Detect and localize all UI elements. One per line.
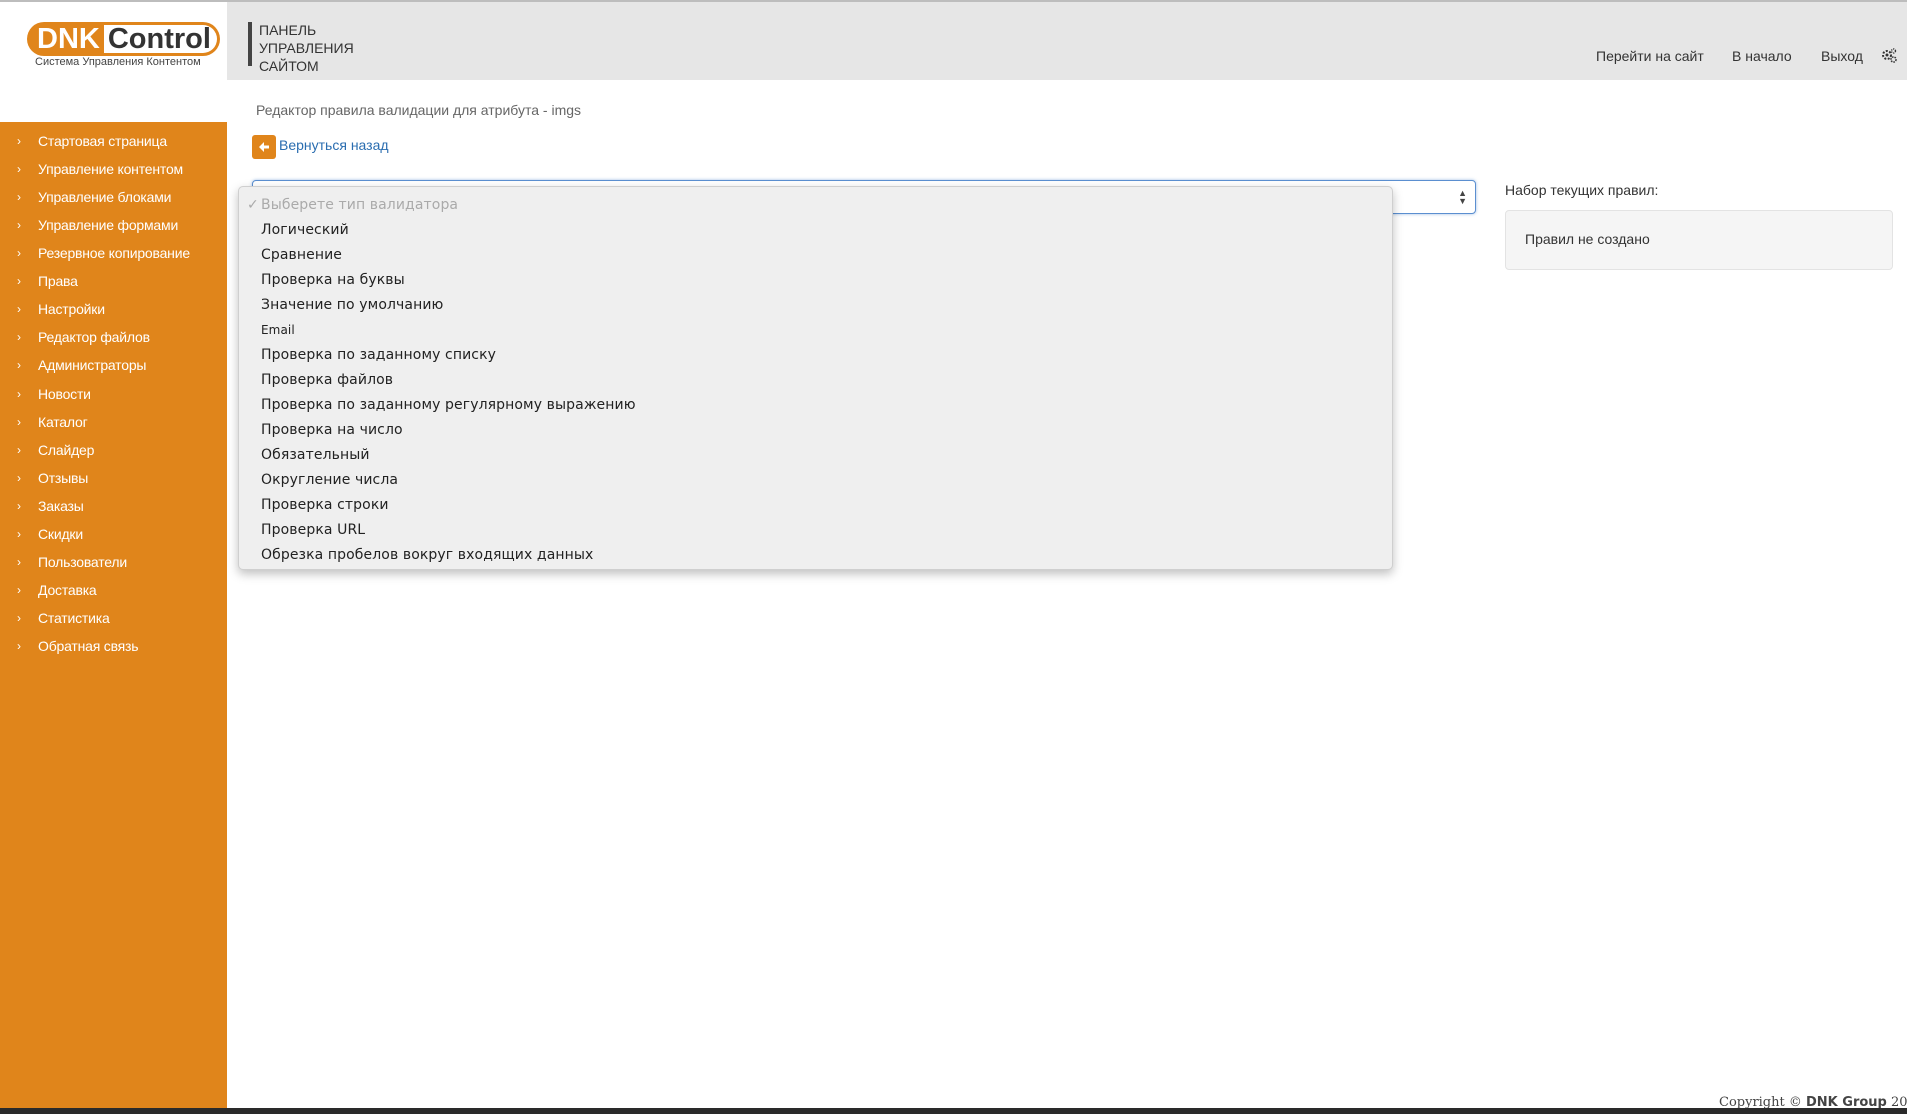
sidebar-item-statistics[interactable]: › Статистика: [0, 604, 227, 632]
sidebar: › Стартовая страница › Управление контенто…: [0, 122, 227, 1108]
chevron-right-icon: ›: [17, 443, 21, 457]
chevron-right-icon: ›: [17, 611, 21, 625]
rules-panel: Правил не создано: [1505, 210, 1893, 270]
sidebar-item-label: Статистика: [38, 610, 110, 626]
dropdown-option[interactable]: Сравнение: [261, 247, 342, 263]
dropdown-option[interactable]: Проверка по заданному регулярному выраже…: [261, 397, 636, 413]
chevron-right-icon: ›: [17, 134, 21, 148]
sidebar-item-forms[interactable]: › Управление формами: [0, 211, 227, 239]
dropdown-option[interactable]: Проверка строки: [261, 497, 389, 513]
sidebar-item-start-page[interactable]: › Стартовая страница: [0, 127, 227, 155]
sidebar-item-label: Заказы: [38, 498, 84, 514]
header-accent-bar: [248, 22, 252, 66]
select-arrows-icon: ▲ ▼: [1458, 188, 1467, 206]
sidebar-item-label: Управление контентом: [38, 161, 183, 177]
chevron-right-icon: ›: [17, 583, 21, 597]
dropdown-option[interactable]: Обязательный: [261, 447, 370, 463]
footer-strip: [0, 1108, 1907, 1114]
sidebar-item-label: Скидки: [38, 526, 83, 542]
sidebar-item-users[interactable]: › Пользователи: [0, 548, 227, 576]
rules-title: Набор текущих правил:: [1505, 182, 1659, 198]
dropdown-option[interactable]: Логический: [261, 222, 349, 238]
top-header: ПАНЕЛЬ УПРАВЛЕНИЯ САЙТОМ Перейти на сайт…: [227, 2, 1907, 80]
sidebar-item-feedback[interactable]: › Обратная связь: [0, 632, 227, 660]
chevron-right-icon: ›: [17, 358, 21, 372]
sidebar-item-slider[interactable]: › Слайдер: [0, 436, 227, 464]
arrow-left-icon: [259, 142, 269, 152]
chevron-right-icon: ›: [17, 302, 21, 316]
app-window: DNK Control Система Управления Контентом …: [0, 0, 1907, 1114]
sidebar-item-orders[interactable]: › Заказы: [0, 492, 227, 520]
chevron-right-icon: ›: [17, 387, 21, 401]
sidebar-item-label: Редактор файлов: [38, 329, 150, 345]
validator-type-dropdown: ✓ Выберете тип валидатора Логический Срав…: [238, 186, 1393, 570]
chevron-right-icon: ›: [17, 527, 21, 541]
dropdown-option[interactable]: Проверка по заданному списку: [261, 347, 496, 363]
chevron-right-icon: ›: [17, 415, 21, 429]
sidebar-item-label: Слайдер: [38, 442, 95, 458]
sidebar-item-news[interactable]: › Новости: [0, 380, 227, 408]
chevron-right-icon: ›: [17, 246, 21, 260]
dropdown-option[interactable]: Округление числа: [261, 472, 398, 488]
back-link[interactable]: Вернуться назад: [279, 137, 389, 153]
dropdown-option[interactable]: Значение по умолчанию: [261, 297, 443, 313]
sidebar-item-settings[interactable]: › Настройки: [0, 295, 227, 323]
option-label: Выберете тип валидатора: [261, 197, 459, 213]
sidebar-item-blocks[interactable]: › Управление блоками: [0, 183, 227, 211]
chevron-right-icon: ›: [17, 190, 21, 204]
dropdown-option[interactable]: Проверка на буквы: [261, 272, 405, 288]
logo-dnk: DNK: [27, 22, 106, 56]
sidebar-item-content[interactable]: › Управление контентом: [0, 155, 227, 183]
gears-icon[interactable]: [1880, 47, 1898, 65]
dropdown-option[interactable]: Проверка на число: [261, 422, 403, 438]
nav-home-link[interactable]: В начало: [1732, 48, 1792, 64]
sidebar-item-delivery[interactable]: › Доставка: [0, 576, 227, 604]
sidebar-item-discounts[interactable]: › Скидки: [0, 520, 227, 548]
sidebar-item-label: Резервное копирование: [38, 245, 190, 261]
dropdown-option[interactable]: Обрезка пробелов вокруг входящих данных: [261, 547, 593, 563]
back-button[interactable]: [252, 135, 276, 159]
sidebar-item-reviews[interactable]: › Отзывы: [0, 464, 227, 492]
checkmark-icon: ✓: [247, 197, 259, 213]
sidebar-item-label: Доставка: [38, 582, 97, 598]
sidebar-item-backup[interactable]: › Резервное копирование: [0, 239, 227, 267]
sidebar-item-label: Управление блоками: [38, 189, 172, 205]
dropdown-option-placeholder[interactable]: ✓ Выберете тип валидатора: [247, 197, 459, 213]
sidebar-item-label: Стартовая страница: [38, 133, 167, 149]
chevron-right-icon: ›: [17, 162, 21, 176]
sidebar-item-label: Управление формами: [38, 217, 179, 233]
sidebar-item-label: Пользователи: [38, 554, 127, 570]
logo[interactable]: DNK Control: [27, 22, 220, 56]
sidebar-item-label: Администраторы: [38, 357, 147, 373]
sidebar-item-label: Новости: [38, 386, 91, 402]
header-title: ПАНЕЛЬ УПРАВЛЕНИЯ САЙТОМ: [259, 22, 354, 74]
rules-empty-message: Правил не создано: [1525, 231, 1650, 247]
chevron-right-icon: ›: [17, 471, 21, 485]
dropdown-option[interactable]: Проверка файлов: [261, 372, 393, 388]
sidebar-item-label: Права: [38, 273, 78, 289]
chevron-right-icon: ›: [17, 274, 21, 288]
nav-go-to-site-link[interactable]: Перейти на сайт: [1596, 48, 1704, 64]
nav-logout-link[interactable]: Выход: [1821, 48, 1863, 64]
logo-tagline: Система Управления Контентом: [35, 56, 201, 68]
dropdown-option[interactable]: Проверка URL: [261, 522, 365, 538]
sidebar-item-admins[interactable]: › Администраторы: [0, 351, 227, 379]
logo-area: DNK Control Система Управления Контентом: [0, 2, 227, 122]
chevron-right-icon: ›: [17, 555, 21, 569]
sidebar-item-label: Обратная связь: [38, 638, 139, 654]
dropdown-option[interactable]: Email: [261, 323, 295, 337]
sidebar-item-file-editor[interactable]: › Редактор файлов: [0, 323, 227, 351]
chevron-right-icon: ›: [17, 218, 21, 232]
chevron-right-icon: ›: [17, 499, 21, 513]
sidebar-item-label: Отзывы: [38, 470, 89, 486]
chevron-right-icon: ›: [17, 639, 21, 653]
page-title: Редактор правила валидации для атрибута …: [256, 102, 582, 118]
sidebar-item-label: Каталог: [38, 414, 88, 430]
sidebar-item-catalog[interactable]: › Каталог: [0, 408, 227, 436]
chevron-right-icon: ›: [17, 330, 21, 344]
sidebar-item-rights[interactable]: › Права: [0, 267, 227, 295]
logo-control: Control: [103, 22, 220, 56]
sidebar-item-label: Настройки: [38, 301, 105, 317]
